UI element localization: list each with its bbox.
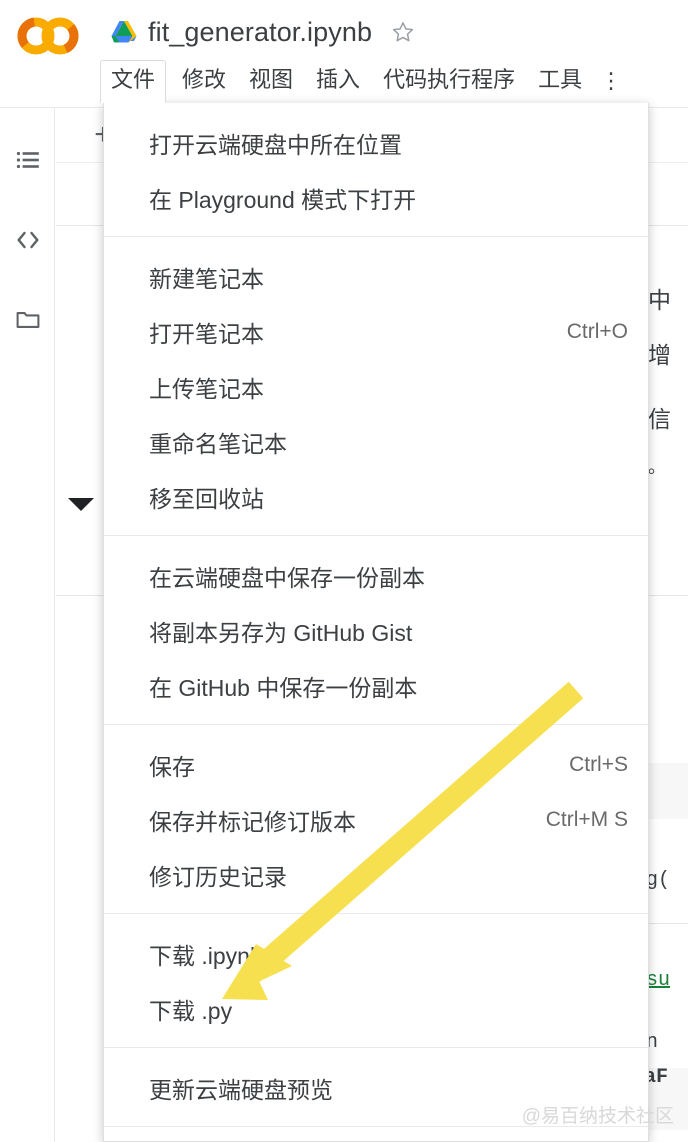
- menu-item-download-ipynb[interactable]: 下载 .ipynb: [104, 926, 648, 981]
- menu-file[interactable]: 文件: [100, 59, 167, 103]
- google-drive-icon: [111, 21, 137, 43]
- page-title: fit_generator.ipynb: [148, 16, 373, 47]
- menu-item-label: 保存并标记修订版本: [149, 808, 356, 835]
- menu-item-label: 在 Playground 模式下打开: [149, 186, 417, 213]
- menu-item-open-playground[interactable]: 在 Playground 模式下打开: [104, 170, 648, 225]
- menu-item-save-copy-in-drive[interactable]: 在云端硬盘中保存一份副本: [104, 548, 648, 603]
- clipped-code-line: g(: [646, 869, 671, 892]
- menu-group: 保存 Ctrl+S 保存并标记修订版本 Ctrl+M S 修订历史记录: [104, 724, 648, 913]
- menu-item-save-copy-as-gist[interactable]: 将副本另存为 GitHub Gist: [104, 603, 648, 658]
- clipped-line: 信: [648, 406, 671, 432]
- code-snippets-icon[interactable]: [6, 218, 50, 262]
- watermark: @易百纳技术社区: [521, 1106, 674, 1127]
- menu-item-label: 下载 .ipynb: [149, 942, 263, 969]
- left-icon-rail: [0, 108, 55, 1142]
- document-title-row: fit_generator.ipynb: [110, 10, 416, 54]
- menu-item-save[interactable]: 保存 Ctrl+S: [104, 737, 648, 792]
- top-bar: fit_generator.ipynb 文件 修改 视图 插入 代码执行程序 工…: [0, 0, 688, 108]
- menu-group: 在云端硬盘中保存一份副本 将副本另存为 GitHub Gist 在 GitHub…: [104, 535, 648, 724]
- clipped-line: 中: [648, 287, 671, 313]
- menu-group: 打开云端硬盘中所在位置 在 Playground 模式下打开: [104, 103, 648, 236]
- menu-group: 下载 .ipynb 下载 .py: [104, 913, 648, 1047]
- menu-item-save-and-pin-revision[interactable]: 保存并标记修订版本 Ctrl+M S: [104, 792, 648, 847]
- collapse-section-triangle[interactable]: [68, 498, 94, 511]
- clipped-line: 增: [648, 342, 671, 368]
- menu-item-label: 上传笔记本: [149, 375, 264, 402]
- menu-runtime[interactable]: 代码执行程序: [376, 60, 522, 102]
- menu-view[interactable]: 视图: [242, 60, 300, 102]
- menu-item-save-copy-in-github[interactable]: 在 GitHub 中保存一份副本: [104, 658, 648, 713]
- menu-group: 新建笔记本 打开笔记本 Ctrl+O 上传笔记本 重命名笔记本 移至回收站: [104, 236, 648, 535]
- menu-group-truncated: [104, 1126, 648, 1141]
- menu-item-label: 在 GitHub 中保存一份副本: [149, 674, 418, 701]
- menu-tools[interactable]: 工具: [531, 60, 589, 102]
- menu-item-label: 将副本另存为 GitHub Gist: [149, 619, 413, 646]
- menu-item-label: 新建笔记本: [149, 265, 264, 292]
- menu-item-download-py[interactable]: 下载 .py: [104, 981, 648, 1036]
- menu-item-label: 移至回收站: [149, 485, 264, 512]
- menu-item-accel: Ctrl+S: [569, 752, 628, 776]
- menu-item-open-in-drive[interactable]: 打开云端硬盘中所在位置: [104, 115, 648, 170]
- colab-window: fit_generator.ipynb 文件 修改 视图 插入 代码执行程序 工…: [0, 0, 688, 1142]
- colab-logo[interactable]: [14, 16, 84, 56]
- menu-item-open-notebook[interactable]: 打开笔记本 Ctrl+O: [104, 304, 648, 359]
- menu-overflow-icon[interactable]: ⋮: [600, 68, 622, 94]
- clipped-code-link[interactable]: su: [646, 969, 670, 992]
- menu-edit[interactable]: 修改: [175, 60, 233, 102]
- menu-item-upload-notebook[interactable]: 上传笔记本: [104, 359, 648, 414]
- menu-item-label: 打开云端硬盘中所在位置: [149, 131, 402, 158]
- clipped-line: 。: [648, 457, 666, 477]
- file-menu-dropdown: 打开云端硬盘中所在位置 在 Playground 模式下打开 新建笔记本 打开笔…: [103, 103, 649, 1142]
- menu-item-new-notebook[interactable]: 新建笔记本: [104, 249, 648, 304]
- menu-item-label: 在云端硬盘中保存一份副本: [149, 564, 425, 591]
- menu-item-label: 打开笔记本: [149, 320, 264, 347]
- menu-item-label: 下载 .py: [149, 997, 233, 1024]
- menu-bar: 文件 修改 视图 插入 代码执行程序 工具 ⋮: [100, 58, 622, 104]
- star-outline-icon[interactable]: [390, 19, 416, 45]
- menu-item-label: 重命名笔记本: [149, 430, 287, 457]
- menu-item-accel: Ctrl+O: [566, 319, 628, 343]
- menu-item-revision-history[interactable]: 修订历史记录: [104, 847, 648, 902]
- files-folder-icon[interactable]: [6, 298, 50, 342]
- menu-insert[interactable]: 插入: [309, 60, 367, 102]
- table-of-contents-icon[interactable]: [6, 138, 50, 182]
- menu-item-rename-notebook[interactable]: 重命名笔记本: [104, 414, 648, 469]
- menu-item-label: 修订历史记录: [149, 863, 287, 890]
- menu-item-move-to-trash[interactable]: 移至回收站: [104, 469, 648, 524]
- menu-item-accel: Ctrl+M S: [545, 807, 628, 831]
- menu-item-label: 更新云端硬盘预览: [149, 1076, 333, 1103]
- menu-item-label: 保存: [149, 753, 195, 780]
